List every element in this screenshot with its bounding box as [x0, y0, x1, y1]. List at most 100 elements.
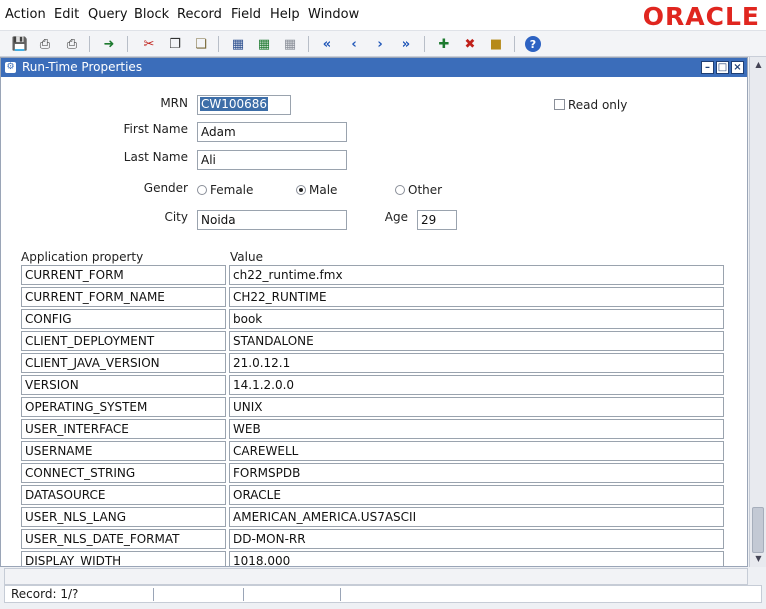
scrollbar-thumb[interactable] [752, 507, 764, 553]
maximize-button[interactable]: □ [716, 61, 729, 74]
form-window: ⚙ Run-Time Properties – □ × MRN CW100686… [0, 57, 748, 567]
value-cell[interactable]: ch22_runtime.fmx [229, 265, 724, 285]
value-cell[interactable]: 1018.000 [229, 551, 724, 566]
value-cell[interactable]: FORMSPDB [229, 463, 724, 483]
mrn-value: CW100686 [200, 97, 269, 111]
gender-male-radio[interactable] [296, 185, 306, 195]
property-cell[interactable]: CONNECT_STRING [21, 463, 226, 483]
first-name-field[interactable]: Adam [197, 122, 347, 142]
gender-female-label: Female [210, 183, 254, 197]
property-cell[interactable]: OPERATING_SYSTEM [21, 397, 226, 417]
minimize-button[interactable]: – [701, 61, 714, 74]
property-cell[interactable]: CLIENT_DEPLOYMENT [21, 331, 226, 351]
menu-edit[interactable]: Edit [54, 7, 79, 22]
property-cell[interactable]: CONFIG [21, 309, 226, 329]
city-field[interactable]: Noida [197, 210, 347, 230]
menu-field[interactable]: Field [231, 7, 261, 22]
value-cell[interactable]: 21.0.12.1 [229, 353, 724, 373]
menu-help[interactable]: Help [270, 7, 300, 22]
menu-query[interactable]: Query [88, 7, 128, 22]
property-cell[interactable]: USER_INTERFACE [21, 419, 226, 439]
value-cell[interactable]: AMERICAN_AMERICA.US7ASCII [229, 507, 724, 527]
toolbar-separator [218, 36, 219, 52]
exit-icon[interactable]: ➜ [100, 35, 118, 53]
insert-record-icon[interactable]: ✚ [435, 35, 453, 53]
print-setup-icon[interactable]: ⎙ [63, 35, 81, 53]
delete-record-icon[interactable]: ✖ [461, 35, 479, 53]
property-cell[interactable]: USER_NLS_LANG [21, 507, 226, 527]
status-divider [340, 588, 341, 601]
menu-bar: Action Edit Query Block Record Field Hel… [0, 0, 766, 31]
read-only-label: Read only [568, 98, 628, 112]
previous-record-icon[interactable]: ‹ [345, 35, 363, 53]
toolbar-separator [424, 36, 425, 52]
last-name-field[interactable]: Ali [197, 150, 347, 170]
cut-icon[interactable]: ✂ [140, 35, 158, 53]
enter-query-icon[interactable]: ▦ [229, 35, 247, 53]
paste-icon[interactable]: ❏ [192, 35, 210, 53]
age-field[interactable]: 29 [417, 210, 457, 230]
property-cell[interactable]: VERSION [21, 375, 226, 395]
gender-other-radio[interactable] [395, 185, 405, 195]
cancel-query-icon[interactable]: ▦ [281, 35, 299, 53]
print-icon[interactable]: ⎙ [36, 35, 54, 53]
record-indicator: Record: 1/? [11, 587, 79, 601]
value-cell[interactable]: UNIX [229, 397, 724, 417]
value-cell[interactable]: book [229, 309, 724, 329]
toolbar-separator [89, 36, 90, 52]
read-only-checkbox[interactable] [554, 99, 565, 110]
menu-window[interactable]: Window [308, 7, 359, 22]
mrn-field[interactable]: CW100686 [197, 95, 291, 115]
age-label: Age [384, 210, 408, 224]
copy-icon[interactable]: ❐ [166, 35, 184, 53]
menu-action[interactable]: Action [5, 7, 46, 22]
oracle-logo: ORACLE [642, 2, 760, 31]
help-icon[interactable]: ? [525, 36, 541, 52]
column-header-value: Value [230, 250, 263, 264]
property-cell[interactable]: CURRENT_FORM [21, 265, 226, 285]
status-divider [243, 588, 244, 601]
property-cell[interactable]: DISPLAY_WIDTH [21, 551, 226, 566]
property-cell[interactable]: CURRENT_FORM_NAME [21, 287, 226, 307]
status-bar: Record: 1/? [4, 585, 762, 603]
value-cell[interactable]: DD-MON-RR [229, 529, 724, 549]
execute-query-icon[interactable]: ▦ [255, 35, 273, 53]
last-record-icon[interactable]: » [397, 35, 415, 53]
close-button[interactable]: × [731, 61, 744, 74]
gender-other-label: Other [408, 183, 443, 197]
toolbar-separator [127, 36, 128, 52]
form-icon: ⚙ [5, 62, 16, 73]
gender-male-label: Male [309, 183, 338, 197]
window-titlebar: ⚙ Run-Time Properties – □ × [1, 58, 747, 77]
property-cell[interactable]: USERNAME [21, 441, 226, 461]
property-cell[interactable]: CLIENT_JAVA_VERSION [21, 353, 226, 373]
window-title: Run-Time Properties [22, 60, 143, 74]
next-record-icon[interactable]: › [371, 35, 389, 53]
scroll-down-icon[interactable]: ▼ [753, 553, 764, 564]
gender-label: Gender [143, 181, 188, 195]
horizontal-scrollbar[interactable] [4, 568, 748, 585]
save-icon[interactable]: 💾 [11, 35, 29, 53]
value-cell[interactable]: STANDALONE [229, 331, 724, 351]
status-divider [153, 588, 154, 601]
gender-female-radio[interactable] [197, 185, 207, 195]
value-cell[interactable]: WEB [229, 419, 724, 439]
first-record-icon[interactable]: « [318, 35, 336, 53]
vertical-scrollbar[interactable]: ▲ ▼ [749, 57, 766, 567]
menu-record[interactable]: Record [177, 7, 222, 22]
menu-block[interactable]: Block [134, 7, 169, 22]
toolbar-separator [308, 36, 309, 52]
toolbar-separator [514, 36, 515, 52]
lock-record-icon[interactable]: ■ [487, 35, 505, 53]
value-cell[interactable]: ORACLE [229, 485, 724, 505]
property-cell[interactable]: USER_NLS_DATE_FORMAT [21, 529, 226, 549]
value-cell[interactable]: CAREWELL [229, 441, 724, 461]
last-name-label: Last Name [123, 150, 188, 164]
property-cell[interactable]: DATASOURCE [21, 485, 226, 505]
value-cell[interactable]: CH22_RUNTIME [229, 287, 724, 307]
scroll-up-icon[interactable]: ▲ [753, 59, 764, 70]
first-name-label: First Name [123, 122, 188, 136]
value-cell[interactable]: 14.1.2.0.0 [229, 375, 724, 395]
column-header-property: Application property [21, 250, 144, 264]
mrn-label: MRN [160, 96, 188, 110]
